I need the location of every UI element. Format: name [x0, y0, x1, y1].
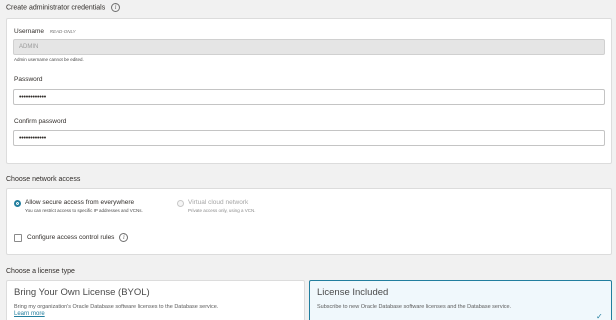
- option-everywhere[interactable]: Allow secure access from everywhere You …: [14, 199, 143, 213]
- username-value: ADMIN: [19, 44, 39, 50]
- included-title: License Included: [317, 287, 389, 298]
- byol-title: Bring Your Own License (BYOL): [14, 287, 150, 298]
- username-label-text: Username: [14, 28, 44, 35]
- byol-desc: Bring my organization's Oracle Database …: [14, 304, 219, 310]
- info-icon[interactable]: i: [119, 233, 129, 242]
- option-vcn-desc: Private access only, using a VCN.: [188, 208, 256, 213]
- check-icon: ✓: [596, 312, 603, 320]
- credentials-title-text: Create administrator credentials: [6, 4, 106, 12]
- license-section-title: Choose a license type: [6, 268, 75, 275]
- license-card-byol[interactable]: Bring Your Own License (BYOL) Bring my o…: [6, 280, 305, 320]
- license-card-included[interactable]: License Included Subscribe to new Oracle…: [309, 280, 612, 320]
- option-vcn-label: Virtual cloud network: [188, 199, 249, 206]
- read-only-badge: READ-ONLY: [49, 29, 76, 34]
- acl-checkbox[interactable]: [14, 233, 22, 242]
- credentials-section-title: Create administrator credentials i: [6, 3, 121, 12]
- option-vcn: Virtual cloud network Private access onl…: [177, 199, 255, 213]
- confirm-password-field[interactable]: ••••••••••••: [13, 130, 605, 146]
- included-desc: Subscribe to new Oracle Database softwar…: [317, 304, 512, 310]
- username-field[interactable]: ADMIN: [13, 39, 605, 55]
- confirm-password-label: Confirm password: [14, 118, 67, 125]
- option-everywhere-label: Allow secure access from everywhere: [25, 199, 135, 206]
- network-section-title: Choose network access: [6, 176, 81, 183]
- credentials-panel: Username READ-ONLY ADMIN Admin username …: [6, 18, 612, 164]
- network-panel: Allow secure access from everywhere You …: [6, 188, 612, 255]
- learn-more-link[interactable]: Learn more: [14, 311, 45, 317]
- password-value: ••••••••••••: [19, 93, 47, 101]
- username-label: Username READ-ONLY: [14, 28, 76, 35]
- acl-label: Configure access control rules: [27, 234, 115, 241]
- radio-everywhere[interactable]: [14, 200, 21, 207]
- username-help-text: Admin username cannot be edited.: [14, 57, 84, 62]
- password-field[interactable]: ••••••••••••: [13, 89, 605, 105]
- acl-checkbox-row[interactable]: Configure access control rules i: [14, 233, 129, 242]
- password-label: Password: [14, 76, 43, 83]
- option-everywhere-desc: You can restrict access to specific IP a…: [25, 208, 143, 213]
- radio-vcn: [177, 200, 184, 207]
- confirm-password-value: ••••••••••••: [19, 134, 47, 142]
- info-icon[interactable]: i: [111, 3, 121, 12]
